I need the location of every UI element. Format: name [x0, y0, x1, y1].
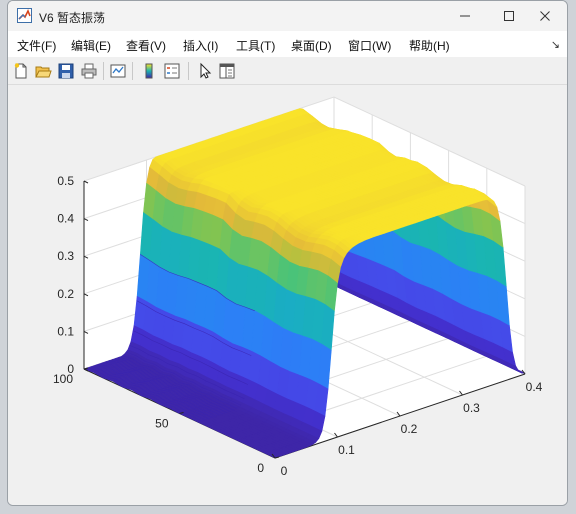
figure-window: V6 暂态振荡 文件(F) 编辑(E) 查看(V) 插入(I) 工具(T) 桌面… — [7, 0, 568, 506]
minimize-button[interactable] — [448, 5, 482, 27]
menu-bar: 文件(F) 编辑(E) 查看(V) 插入(I) 工具(T) 桌面(D) 窗口(W… — [8, 31, 567, 57]
menu-window[interactable]: 窗口(W) — [348, 37, 391, 54]
menu-insert[interactable]: 插入(I) — [183, 37, 218, 54]
close-icon — [540, 11, 550, 21]
edit-plot-arrow-icon[interactable] — [196, 62, 214, 80]
matlab-logo-icon — [17, 8, 32, 23]
figure-canvas: 0 0.1 0.2 0.3 0.4 0.5 0 0.1 0.2 0.3 0.4 0 50 100 — [8, 85, 567, 505]
save-icon[interactable] — [57, 62, 75, 80]
close-button[interactable] — [528, 5, 562, 27]
z-tick-label: 0.3 — [57, 249, 74, 263]
maximize-button[interactable] — [492, 5, 526, 27]
figure-toolbar — [8, 58, 567, 85]
print-icon[interactable] — [80, 62, 98, 80]
link-plot-icon[interactable] — [109, 62, 127, 80]
y-tick-label: 100 — [53, 372, 73, 386]
menu-view[interactable]: 查看(V) — [126, 37, 166, 54]
maximize-icon — [504, 11, 514, 21]
x-tick-label: 0.3 — [463, 401, 480, 415]
new-figure-icon[interactable] — [12, 62, 30, 80]
z-tick-label: 0.1 — [57, 324, 74, 338]
legend-icon[interactable] — [163, 62, 181, 80]
menu-overflow-arrow-icon[interactable]: ↘ — [551, 38, 560, 51]
menu-tools[interactable]: 工具(T) — [236, 37, 275, 54]
x-tick-label: 0.2 — [401, 422, 418, 436]
open-icon[interactable] — [34, 62, 52, 80]
z-tick-label: 0.2 — [57, 287, 74, 301]
property-inspector-icon[interactable] — [218, 62, 236, 80]
x-tick-label: 0.1 — [338, 443, 355, 457]
x-tick-label: 0.4 — [526, 380, 543, 394]
z-tick-label: 0.4 — [57, 212, 74, 226]
menu-desktop[interactable]: 桌面(D) — [291, 37, 332, 54]
menu-help[interactable]: 帮助(H) — [409, 37, 450, 54]
y-tick-label: 50 — [155, 417, 169, 431]
title-bar: V6 暂态振荡 — [8, 1, 567, 31]
y-tick-label: 0 — [257, 461, 264, 475]
toolbar-separator — [132, 62, 133, 80]
colorbar-icon[interactable] — [140, 62, 158, 80]
window-title: V6 暂态振荡 — [39, 11, 106, 25]
minimize-icon — [460, 15, 470, 17]
surface-plot[interactable]: 00.10.20.30.40.500.10.20.30.4050100 — [8, 85, 568, 506]
toolbar-separator — [188, 62, 189, 80]
toolbar-separator — [103, 62, 104, 80]
menu-edit[interactable]: 编辑(E) — [71, 37, 111, 54]
x-tick-label: 0 — [281, 464, 288, 478]
menu-file[interactable]: 文件(F) — [17, 37, 56, 54]
z-tick-label: 0.5 — [57, 174, 74, 188]
